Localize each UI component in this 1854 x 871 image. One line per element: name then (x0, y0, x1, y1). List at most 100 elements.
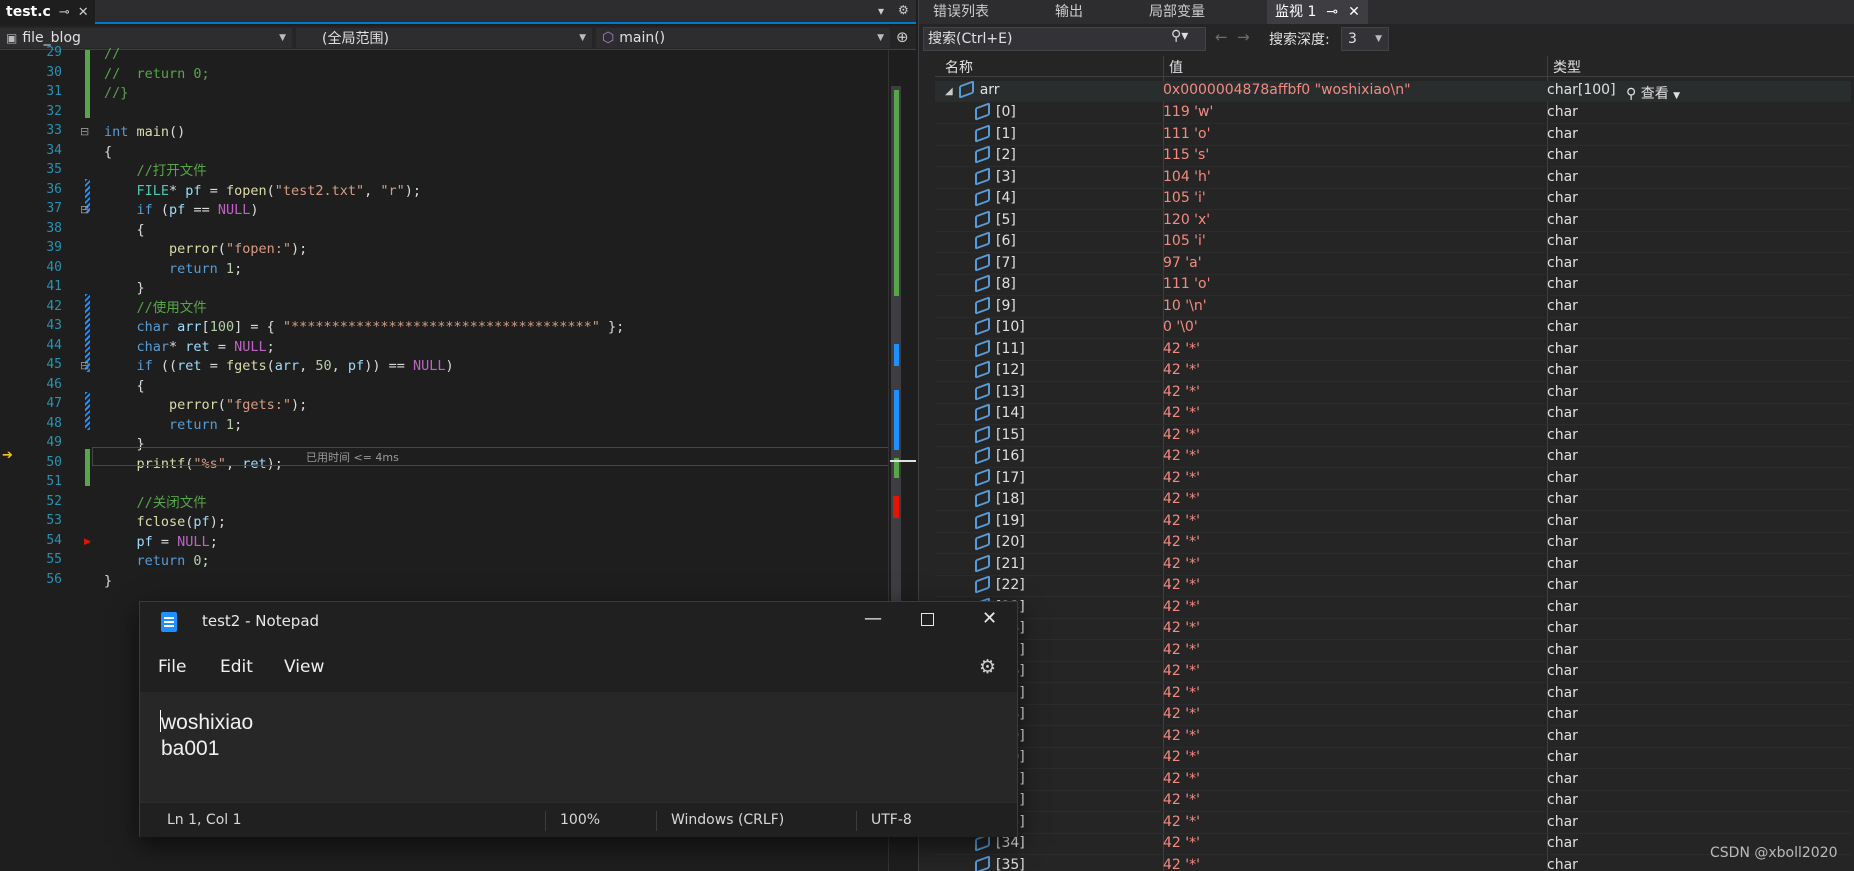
tab-watch-1[interactable]: 监视 1 ⊸ ✕ (1267, 0, 1368, 24)
menu-edit[interactable]: Edit (220, 657, 253, 677)
code-token: () (169, 124, 186, 140)
watch-row[interactable]: [3] 104 'h' char (935, 166, 1851, 189)
close-icon[interactable]: ✕ (1348, 0, 1360, 24)
variable-icon (975, 317, 990, 336)
watch-row[interactable]: [9] 10 '\n' char (935, 295, 1851, 318)
gear-icon[interactable]: ⚙ (898, 3, 909, 17)
watch-row[interactable]: [15] 42 '*' char (935, 424, 1851, 447)
search-depth-dropdown[interactable]: 3 ▼ (1341, 27, 1389, 51)
watch-row[interactable]: [20] 42 '*' char (935, 532, 1851, 554)
menu-file[interactable]: File (158, 657, 186, 677)
notepad-text-area[interactable]: woshixiao ba001 (140, 692, 1017, 802)
fold-toggle-icon[interactable]: ⊟ (80, 125, 89, 138)
pin-icon[interactable]: ⊸ (59, 5, 70, 20)
code-token: ( (217, 397, 226, 413)
code-token: // (104, 46, 121, 62)
watch-row[interactable]: [1] 111 'o' char (935, 123, 1851, 146)
chevron-down-icon[interactable]: ▾ (878, 4, 884, 18)
watch-row[interactable]: [32]42 '*'char (935, 790, 1851, 812)
watch-row[interactable]: [26]42 '*'char (935, 661, 1851, 683)
element-name: [13] (996, 383, 1025, 400)
expand-triangle-icon[interactable]: ◢ (945, 86, 953, 97)
watch-row[interactable]: [16] 42 '*' char (935, 446, 1851, 468)
code-token: == (185, 202, 218, 218)
notepad-title-bar[interactable]: test2 - Notepad — ✕ (140, 602, 1017, 642)
element-type: char (1547, 706, 1578, 722)
watch-row[interactable]: [2] 115 's' char (935, 145, 1851, 167)
variable-icon (975, 338, 990, 358)
watch-row[interactable]: [4] 105 'i' char (935, 188, 1851, 210)
code-token: , (364, 182, 381, 199)
function-dropdown[interactable]: ⬡ main() ▼ (596, 28, 890, 48)
element-type: char (1547, 147, 1578, 163)
watch-row[interactable]: [12] 42 '*' char (935, 360, 1851, 382)
watch-row[interactable]: [23]42 '*'char (935, 596, 1851, 619)
header-type[interactable]: 类型 (1553, 57, 1581, 77)
watch-row[interactable]: [21] 42 '*' char (935, 553, 1851, 576)
watch-row[interactable]: [19] 42 '*' char (935, 510, 1851, 533)
watch-row[interactable]: [30]42 '*'char (935, 747, 1851, 769)
split-icon[interactable]: ⊕ (896, 28, 909, 46)
code-token: ; (201, 553, 210, 569)
function-icon: ⬡ (602, 30, 615, 46)
tab-locals[interactable]: 局部变量 (1149, 0, 1205, 24)
watch-row[interactable]: [27]42 '*'char (935, 682, 1851, 705)
tab-output[interactable]: 输出 (1055, 0, 1083, 24)
code-token: ] = { (234, 319, 283, 335)
watch-row[interactable]: [6] 105 'i' char (935, 231, 1851, 253)
line-number: 46 (46, 376, 62, 392)
code-token: ; (234, 260, 243, 277)
element-name-cell: [12] (975, 360, 1025, 379)
close-icon[interactable]: ✕ (78, 5, 89, 20)
watch-row[interactable]: [31]42 '*'char (935, 768, 1851, 791)
view-lookup-button[interactable]: ⚲ 查看 ▼ (1626, 83, 1680, 103)
code-token: ret (177, 358, 202, 374)
header-value[interactable]: 值 (1169, 57, 1183, 77)
settings-gear-icon[interactable]: ⚙ (979, 656, 996, 678)
watch-row[interactable]: [22] 42 '*' char (935, 575, 1851, 597)
watch-row[interactable]: [8] 111 'o' char (935, 274, 1851, 296)
scope-dropdown[interactable]: (全局范围) ▼ (296, 28, 592, 48)
fold-toggle-icon[interactable]: ⊟ (80, 359, 89, 372)
element-name: [16] (996, 448, 1025, 464)
maximize-icon[interactable] (921, 613, 934, 626)
watch-row[interactable]: [10] 0 '\0' char (935, 317, 1851, 339)
code-line: if ((ret = fgets(arr, 50, pf)) == NULL) (104, 357, 454, 376)
change-bar (85, 449, 90, 486)
watch-row[interactable]: [7] 97 'a' char (935, 252, 1851, 275)
line-number: 53 (46, 513, 62, 528)
arr-value: 0x0000004878affbf0 "woshixiao\n" (1163, 82, 1411, 98)
watch-row[interactable]: [0] 119 'w' char (935, 102, 1851, 124)
watch-search-input[interactable]: 搜索(Ctrl+E) (923, 27, 1206, 51)
watch-row[interactable]: [5] 120 'x' char (935, 209, 1851, 232)
menu-view[interactable]: View (284, 657, 324, 677)
watch-row[interactable]: [13] 42 '*' char (935, 381, 1851, 404)
minimize-icon[interactable]: — (864, 608, 882, 629)
watch-row[interactable]: [28]42 '*'char (935, 704, 1851, 726)
watch-row[interactable]: [24]42 '*'char (935, 618, 1851, 640)
close-icon[interactable]: ✕ (982, 608, 997, 629)
code-token: 100 (209, 319, 235, 335)
code-line: pf = NULL; (104, 533, 218, 552)
watch-row[interactable]: [18] 42 '*' char (935, 489, 1851, 511)
code-line: { (104, 143, 112, 162)
element-value: 42 '*' (1163, 620, 1200, 636)
lookup-label: 查看 (1640, 86, 1669, 102)
watch-row[interactable]: [17] 42 '*' char (935, 467, 1851, 490)
watch-row[interactable]: [14] 42 '*' char (935, 403, 1851, 425)
watch-row[interactable]: [29]42 '*'char (935, 725, 1851, 748)
tab-error-list[interactable]: 错误列表 (933, 0, 989, 24)
code-token: = (201, 358, 226, 374)
fold-toggle-icon[interactable]: ⊟ (80, 203, 89, 216)
watch-row[interactable]: [25]42 '*'char (935, 639, 1851, 662)
change-bar (85, 50, 90, 118)
watch-row[interactable]: [11] 42 '*' char (935, 338, 1851, 361)
watch-row[interactable]: [33]42 '*'char (935, 811, 1851, 834)
search-nav-arrows[interactable]: ← → (1215, 28, 1250, 46)
header-name[interactable]: 名称 (945, 57, 973, 77)
watch-row-arr[interactable]: ◢ arr 0x0000004878affbf0 "woshixiao\n" ch… (935, 80, 1851, 102)
pin-icon[interactable]: ⊸ (1326, 0, 1338, 24)
element-type: char (1547, 426, 1578, 443)
search-icon[interactable]: ⚲▾ (1171, 28, 1188, 44)
tab-test-c[interactable]: test.c ⊸ ✕ (0, 0, 95, 24)
